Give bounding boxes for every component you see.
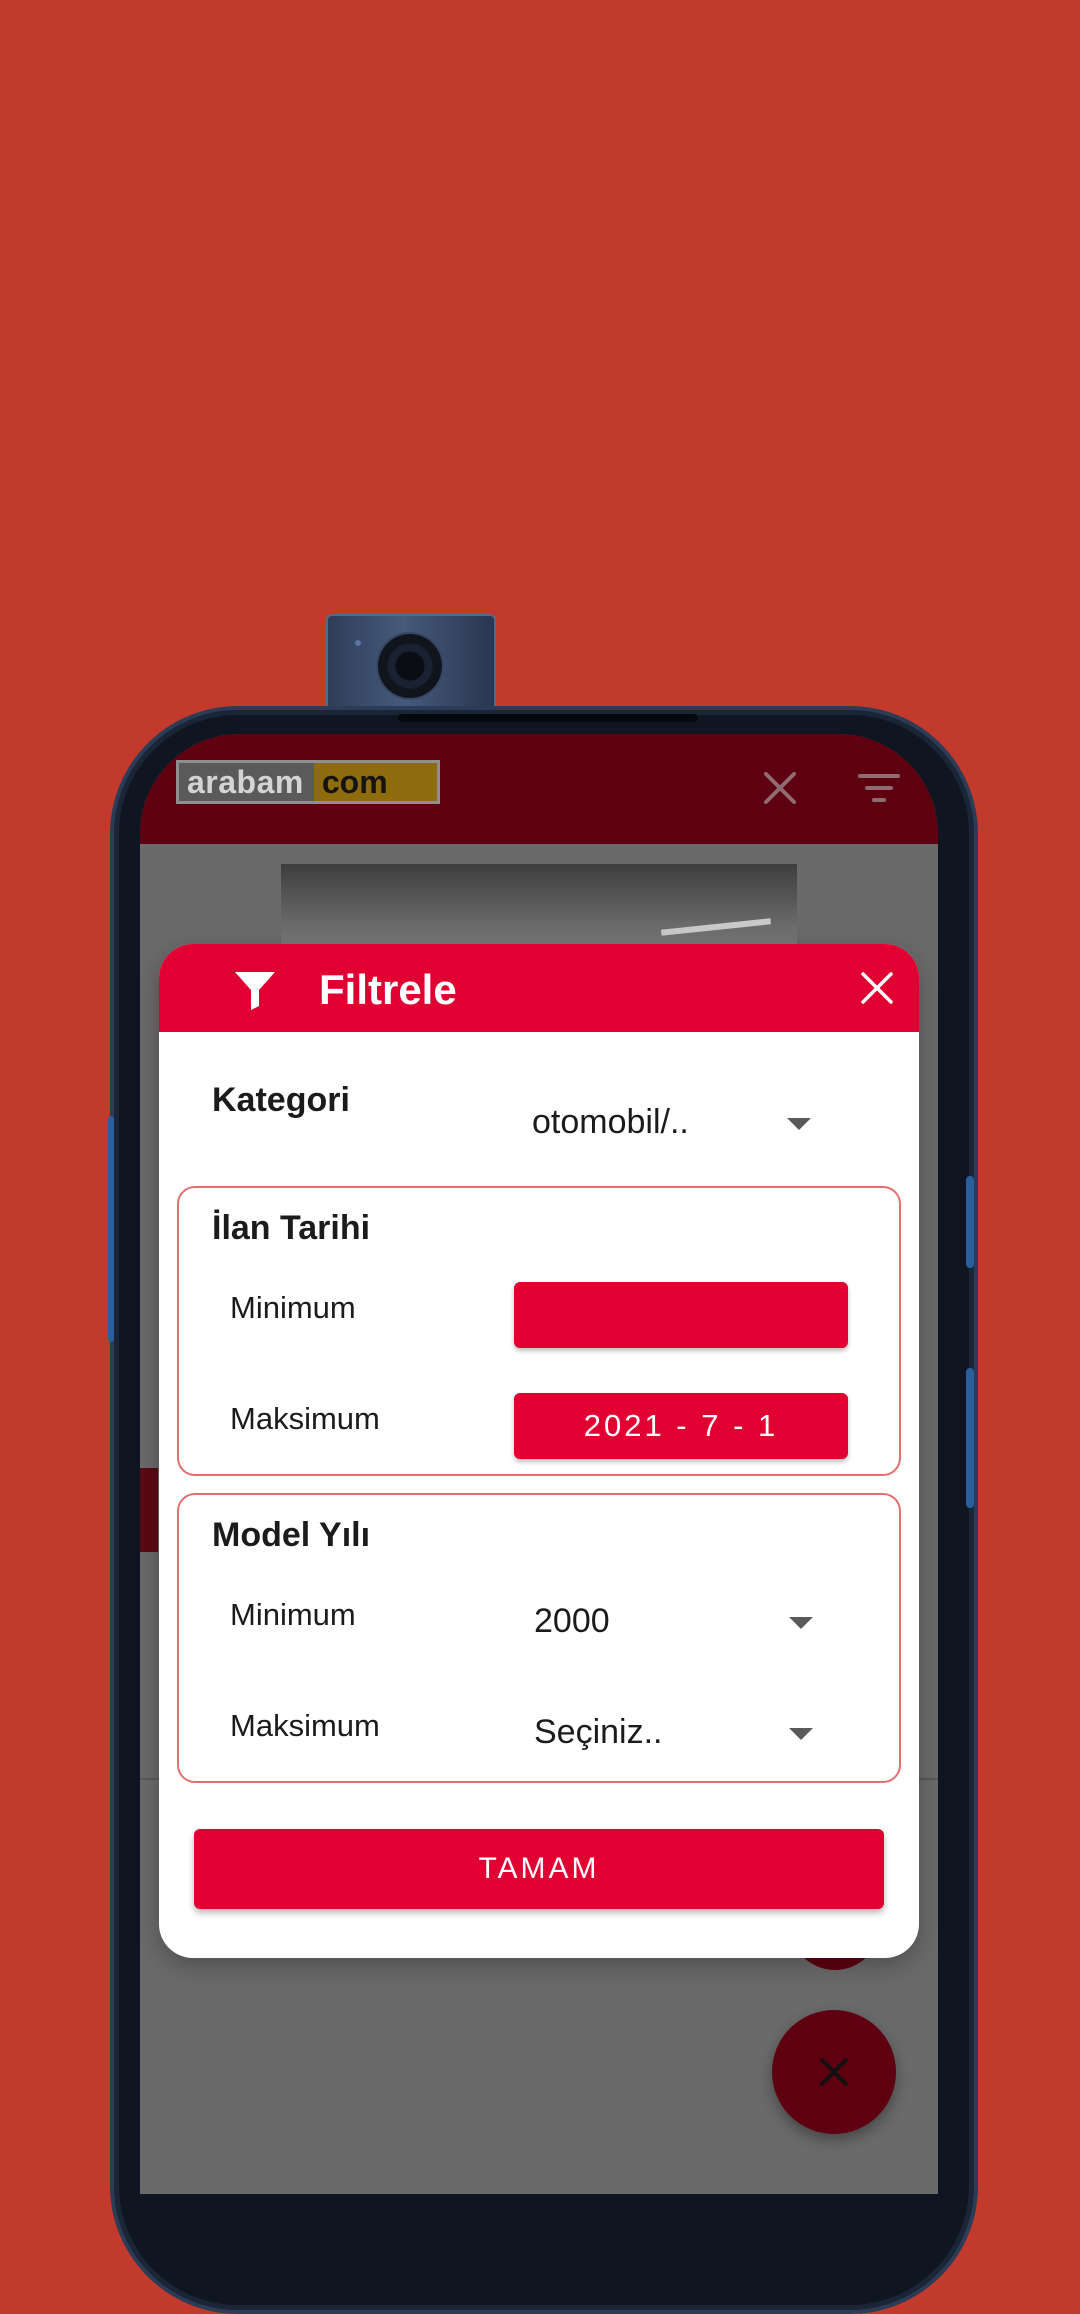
filter-lines-icon[interactable] (856, 768, 902, 808)
listing-date-max-label: Maksimum (230, 1401, 380, 1436)
fab-close-button[interactable] (772, 2010, 896, 2134)
model-year-min-value: 2000 (534, 1602, 610, 1640)
category-label: Kategori (212, 1081, 350, 1119)
model-year-section: Model Yılı Minimum 2000 Maksimum Seçiniz… (177, 1493, 901, 1783)
background-strip (140, 1468, 158, 1552)
app-logo: arabam com (176, 760, 440, 804)
listing-date-section: İlan Tarihi Minimum Maksimum 2021 - 7 - … (177, 1186, 901, 1476)
listing-date-label: İlan Tarihi (212, 1209, 371, 1247)
phone-side-button-left (108, 1116, 114, 1342)
model-year-label: Model Yılı (212, 1516, 371, 1554)
model-year-max-label: Maksimum (230, 1708, 380, 1743)
photo-light-streak (660, 918, 772, 936)
listing-date-max-button[interactable]: 2021 - 7 - 1 (514, 1393, 848, 1459)
close-icon[interactable] (859, 970, 895, 1006)
model-year-max-dropdown[interactable]: Seçiniz.. (534, 1706, 834, 1756)
model-year-max-value: Seçiniz.. (534, 1713, 663, 1751)
phone-side-button-right-top (966, 1176, 974, 1268)
model-year-min-label: Minimum (230, 1597, 356, 1632)
close-icon[interactable] (760, 768, 800, 808)
camera-icon (378, 634, 442, 698)
close-icon (820, 2058, 848, 2086)
phone-side-button-right-bottom (966, 1368, 974, 1508)
dialog-title: Filtrele (319, 966, 457, 1013)
earpiece (398, 714, 698, 722)
popup-camera (326, 614, 496, 716)
caret-down-icon (789, 1617, 813, 1629)
funnel-icon (235, 972, 275, 1010)
filter-dialog: Filtrele Kategori otomobil/.. İlan Tarih… (159, 944, 919, 1958)
category-dropdown[interactable]: otomobil/.. (532, 1100, 832, 1150)
ok-button[interactable]: TAMAM (194, 1829, 884, 1909)
logo-text-right: com (313, 763, 437, 801)
camera-sensor-dot (355, 640, 361, 646)
category-value: otomobil/.. (532, 1103, 689, 1141)
model-year-min-dropdown[interactable]: 2000 (534, 1595, 834, 1645)
listing-date-min-button[interactable] (514, 1282, 848, 1348)
caret-down-icon (789, 1728, 813, 1740)
listing-date-min-label: Minimum (230, 1290, 356, 1325)
app-bar: arabam com (140, 734, 938, 844)
logo-text-left: arabam (179, 763, 314, 801)
dialog-header: Filtrele (159, 944, 919, 1032)
caret-down-icon (787, 1118, 811, 1130)
